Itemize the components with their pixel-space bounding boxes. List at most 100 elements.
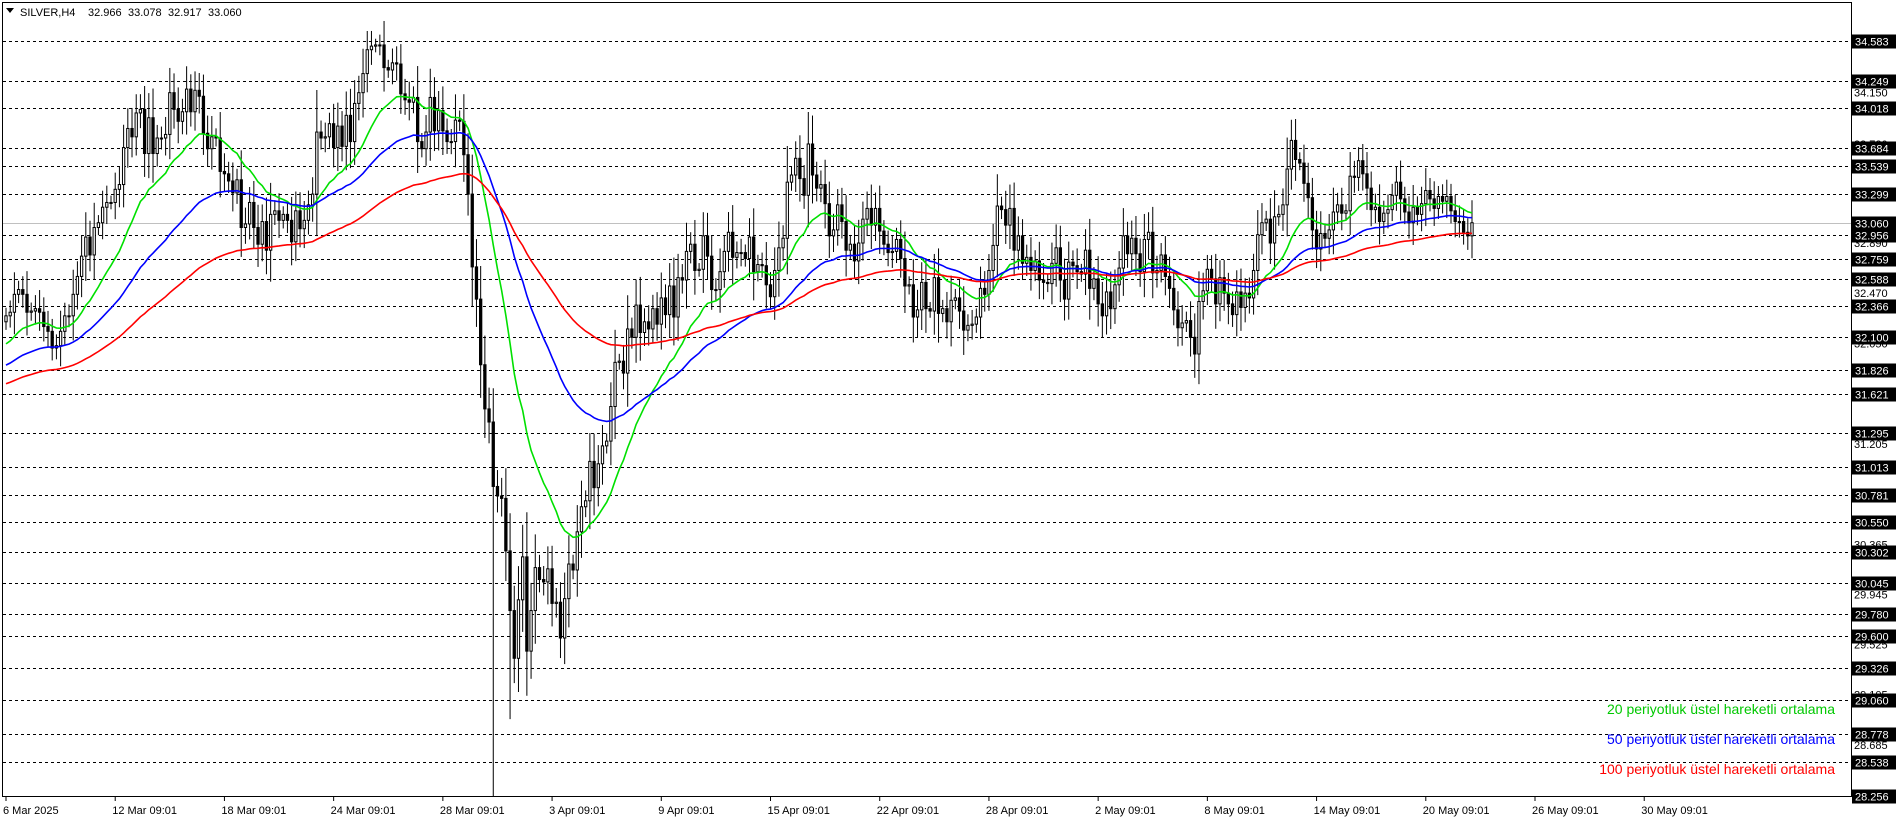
candle-body xyxy=(970,323,974,326)
candle-body xyxy=(760,264,764,267)
candle-body xyxy=(554,601,558,604)
candle-body xyxy=(1092,278,1096,289)
candle-body xyxy=(50,330,54,349)
candle-body xyxy=(130,127,134,138)
candle-body xyxy=(1428,190,1432,200)
candle-body xyxy=(348,114,353,143)
candle-body xyxy=(777,247,781,271)
candle-body xyxy=(815,174,819,189)
candle-body xyxy=(1180,322,1184,329)
candle-body xyxy=(718,271,722,291)
price-level-label: 32.366 xyxy=(1855,302,1889,314)
candle-body xyxy=(88,236,92,256)
candle-body xyxy=(105,201,109,208)
candle-body xyxy=(239,179,243,229)
candle-body xyxy=(453,119,458,143)
candle-body xyxy=(1008,207,1012,226)
candle-body xyxy=(689,243,693,252)
candle-body xyxy=(542,579,546,583)
candle-body xyxy=(277,210,281,221)
candle-body xyxy=(1390,194,1394,211)
candle-body xyxy=(134,112,138,138)
candle-body xyxy=(193,89,197,113)
candle-body xyxy=(1096,278,1100,305)
candle-body xyxy=(941,308,945,314)
candle-body xyxy=(1197,300,1201,355)
candle-body xyxy=(1029,256,1033,271)
price-level-label: 32.759 xyxy=(1855,255,1889,267)
candle-body xyxy=(840,204,844,223)
chart-window: 34.15033.72032.89032.47032.05031.20530.3… xyxy=(0,0,1896,820)
price-level-label: 28.256 xyxy=(1855,792,1889,804)
candle-body xyxy=(1134,237,1138,255)
candle-body xyxy=(1382,212,1386,223)
candle-body xyxy=(1193,336,1197,355)
candle-body xyxy=(1306,182,1310,199)
candle-body xyxy=(172,92,176,110)
candle-body xyxy=(1302,162,1306,184)
price-level-label: 33.539 xyxy=(1855,162,1889,174)
candle-body xyxy=(504,497,508,552)
price-chart: 34.15033.72032.89032.47032.05031.20530.3… xyxy=(2,2,1896,817)
candle-body xyxy=(932,277,936,312)
date-tick-label: 20 May 09:01 xyxy=(1423,805,1490,817)
price-level-label: 33.299 xyxy=(1855,190,1889,202)
candle-body xyxy=(1230,303,1235,316)
candle-body xyxy=(676,277,680,318)
candle-body xyxy=(642,321,647,334)
price-level-label: 31.013 xyxy=(1855,463,1889,475)
candle-body xyxy=(121,147,126,186)
legend: 20 periyotluk üstel hareketli ortalama 5… xyxy=(1599,701,1835,777)
candle-body xyxy=(529,610,533,652)
candle-body xyxy=(42,311,46,328)
price-level-label: 32.588 xyxy=(1855,275,1889,287)
candle-body xyxy=(109,201,113,204)
candle-body xyxy=(747,236,752,260)
candle-body xyxy=(479,298,483,366)
candle-body xyxy=(1205,268,1210,292)
price-tick-label: 34.150 xyxy=(1854,88,1888,100)
candle-body xyxy=(571,563,575,571)
candle-body xyxy=(634,304,638,338)
candle-body xyxy=(957,297,962,312)
candle-body xyxy=(1314,229,1319,250)
candle-body xyxy=(399,63,403,95)
candle-body xyxy=(1411,206,1415,224)
candle-body xyxy=(210,136,214,150)
candle-body xyxy=(789,174,794,183)
candle-body xyxy=(512,610,516,659)
candle-body xyxy=(731,231,735,258)
candle-body xyxy=(739,252,743,255)
candle-body xyxy=(995,205,999,246)
candle-body xyxy=(46,326,50,332)
candle-body xyxy=(243,223,248,229)
candle-body xyxy=(516,599,521,659)
candle-body xyxy=(823,184,827,205)
candle-body xyxy=(962,310,966,331)
candle-body xyxy=(386,67,390,71)
candle-body xyxy=(1176,309,1180,329)
price-level-label: 30.781 xyxy=(1855,491,1889,503)
date-tick-label: 6 Mar 2025 xyxy=(3,805,59,817)
candle-body xyxy=(983,287,987,295)
candle-body xyxy=(1352,175,1357,178)
candle-body xyxy=(256,227,260,245)
candle-body xyxy=(75,275,80,295)
candle-body xyxy=(756,264,760,273)
candle-body xyxy=(630,328,634,338)
candle-body xyxy=(1016,235,1020,251)
candle-body xyxy=(1436,195,1441,209)
candle-body xyxy=(71,293,75,317)
candle-body xyxy=(1348,175,1352,212)
candle-body xyxy=(147,117,151,155)
candle-body xyxy=(483,364,487,410)
price-axis: 34.15033.72032.89032.47032.05031.20530.3… xyxy=(1852,34,1896,804)
ohlc-low: 32.917 xyxy=(168,7,202,19)
candle-body xyxy=(1289,139,1294,170)
candle-body xyxy=(247,201,252,225)
candle-body xyxy=(605,440,609,447)
candle-body xyxy=(806,143,810,196)
candle-body xyxy=(159,137,164,140)
candle-body xyxy=(1281,204,1285,215)
candle-body xyxy=(495,485,500,497)
